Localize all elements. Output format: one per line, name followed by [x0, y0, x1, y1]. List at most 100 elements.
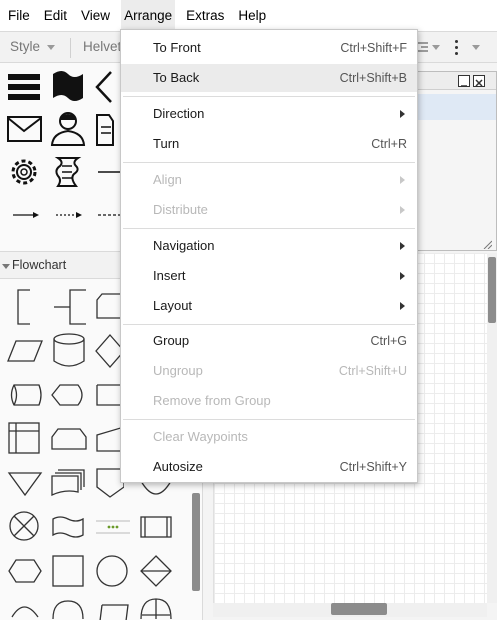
menu-item-direction[interactable]: Direction [121, 100, 417, 128]
horizontal-scrollbar[interactable] [213, 603, 487, 617]
minimize-icon[interactable] [458, 75, 470, 87]
preparation-shape-icon[interactable] [6, 556, 44, 586]
or-shape-icon[interactable] [6, 509, 42, 543]
resize-handle-icon[interactable] [482, 237, 493, 250]
outline-titlebar [416, 72, 496, 90]
submenu-arrow-icon [400, 272, 405, 280]
menu-item-shortcut: Ctrl+G [370, 334, 407, 348]
outline-window[interactable] [415, 71, 497, 251]
menu-item-label: Ungroup [153, 363, 203, 378]
merge-shape-icon[interactable] [6, 467, 44, 497]
mail-icon[interactable] [6, 113, 44, 145]
gear-icon[interactable] [6, 154, 42, 190]
menu-item-ungroup: Ungroup Ctrl+Shift+U [121, 357, 417, 385]
summing-junction-shape-icon[interactable] [50, 597, 86, 620]
menu-view[interactable]: View [78, 0, 113, 31]
more-vertical-icon[interactable] [455, 40, 459, 56]
menu-item-label: Insert [153, 268, 186, 283]
menu-item-shortcut: Ctrl+Shift+F [340, 41, 407, 55]
paper-tape-shape-icon[interactable] [50, 515, 86, 539]
submenu-arrow-icon [400, 206, 405, 214]
menu-item-label: Navigation [153, 238, 215, 253]
dotted-connector-icon[interactable] [98, 211, 120, 219]
arrow-shape-icon[interactable] [93, 70, 113, 104]
transfer-shape-icon[interactable] [138, 595, 174, 620]
menu-separator [123, 419, 415, 420]
menu-item-layout[interactable]: Layout [121, 292, 417, 320]
collapse-arrow-icon [2, 264, 10, 269]
font-family-dropdown[interactable]: Helvet [83, 32, 121, 62]
scroll-icon[interactable] [50, 154, 84, 190]
menu-item-autosize[interactable]: Autosize Ctrl+Shift+Y [121, 453, 417, 481]
flowchart-section-label: Flowchart [12, 258, 67, 272]
user-icon[interactable] [49, 109, 87, 147]
chevron-down-icon [47, 45, 55, 50]
chevron-down-icon [472, 45, 480, 50]
stored-data-shape-icon[interactable] [6, 599, 44, 620]
menu-file[interactable]: File [5, 0, 33, 31]
toolbar-divider [70, 38, 71, 58]
menu-item-label: Group [153, 333, 190, 348]
connector-arrow-icon[interactable] [11, 211, 41, 219]
menu-item-remove-from-group: Remove from Group [121, 387, 417, 415]
menu-item-insert[interactable]: Insert [121, 262, 417, 290]
menu-item-label: Clear Waypoints [153, 429, 248, 444]
menu-item-label: Layout [153, 298, 193, 313]
loop-limit-shape-icon[interactable] [50, 425, 88, 453]
menu-item-distribute: Distribute [121, 196, 417, 224]
menu-arrange[interactable]: Arrange [121, 0, 176, 31]
menu-extras[interactable]: Extras [183, 0, 227, 31]
tape-shape-icon[interactable] [50, 68, 86, 104]
align-icon[interactable] [418, 41, 428, 53]
document-icon[interactable] [93, 111, 115, 147]
display-shape-icon[interactable] [50, 381, 88, 409]
menu-item-to-back[interactable]: To Back Ctrl+Shift+B [121, 64, 417, 92]
menubar: File Edit View Arrange Extras Help [0, 0, 497, 31]
menu-item-turn[interactable]: Turn Ctrl+R [121, 130, 417, 158]
internal-storage-shape-icon[interactable] [6, 419, 42, 457]
menu-item-clear-waypoints: Clear Waypoints [121, 423, 417, 451]
data-shape-icon[interactable] [6, 338, 44, 364]
menu-item-label: Distribute [153, 202, 208, 217]
submenu-arrow-icon [400, 242, 405, 250]
submenu-arrow-icon [400, 110, 405, 118]
database-shape-icon[interactable] [52, 331, 86, 369]
annotation-shape-icon[interactable] [10, 287, 40, 327]
menu-item-label: Direction [153, 106, 205, 121]
menu-item-label: Remove from Group [153, 393, 271, 408]
menu-separator [123, 324, 415, 325]
line-shape-icon[interactable] [98, 170, 120, 174]
scrollbar-thumb[interactable] [488, 257, 496, 323]
menu-item-group[interactable]: Group Ctrl+G [121, 327, 417, 355]
terminator-shape-icon[interactable] [94, 599, 130, 620]
direct-data-shape-icon[interactable] [6, 381, 44, 409]
menu-item-shortcut: Ctrl+Shift+B [339, 71, 407, 85]
predefined-process-dotted-shape-icon[interactable] [94, 515, 132, 539]
close-icon[interactable] [473, 75, 485, 87]
sort-shape-icon[interactable] [138, 553, 174, 589]
menu-separator [123, 96, 415, 97]
style-dropdown[interactable]: Style [10, 32, 40, 62]
menu-edit[interactable]: Edit [41, 0, 70, 31]
scrollbar-thumb[interactable] [331, 603, 387, 615]
list-shape-icon[interactable] [6, 70, 42, 104]
submenu-arrow-icon [400, 302, 405, 310]
menu-item-label: Turn [153, 136, 180, 151]
chevron-down-icon [432, 45, 440, 50]
multi-document-shape-icon[interactable] [50, 467, 86, 497]
menu-item-to-front[interactable]: To Front Ctrl+Shift+F [121, 34, 417, 62]
menu-item-shortcut: Ctrl+R [371, 137, 407, 151]
outline-viewport[interactable] [416, 94, 496, 120]
process-shape-icon[interactable] [50, 553, 86, 589]
annotation-connector-shape-icon[interactable] [52, 287, 88, 327]
submenu-arrow-icon [400, 176, 405, 184]
sidebar-scrollbar-thumb[interactable] [192, 493, 200, 591]
menu-separator [123, 228, 415, 229]
menu-item-navigation[interactable]: Navigation [121, 232, 417, 260]
predefined-process-shape-icon[interactable] [138, 513, 174, 541]
connector-circle-shape-icon[interactable] [94, 553, 130, 589]
dashed-connector-icon[interactable] [54, 211, 84, 219]
vertical-scrollbar[interactable] [487, 253, 497, 603]
menu-item-label: To Back [153, 70, 200, 85]
menu-help[interactable]: Help [235, 0, 269, 31]
